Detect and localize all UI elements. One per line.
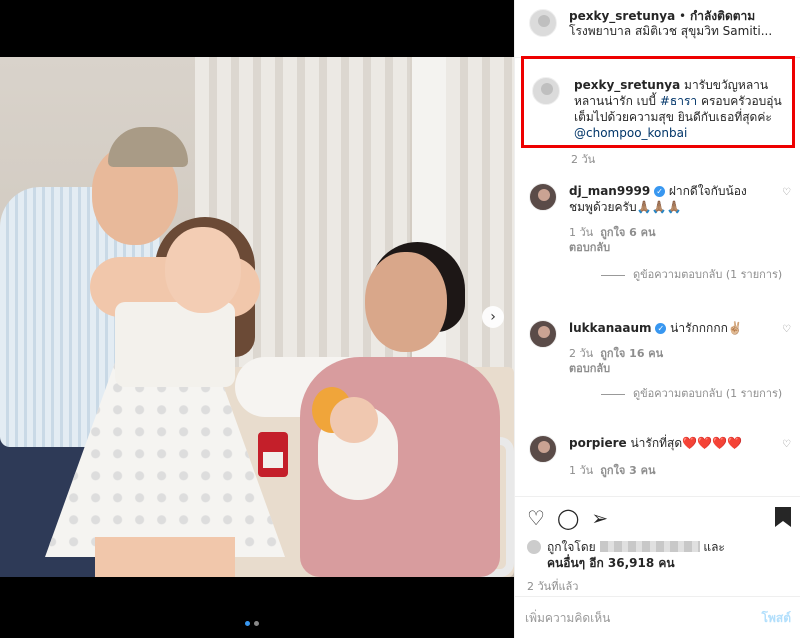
comment-text: น่ารักกกกก✌🏼 — [666, 321, 743, 335]
caption-username[interactable]: pexky_sretunya — [574, 78, 680, 92]
avatar[interactable] — [529, 320, 557, 348]
liked-by-prefix: ถูกใจโดย — [547, 540, 596, 554]
action-icons: ♡ ◯ ➢ — [527, 507, 789, 529]
comment-likes[interactable]: ถูกใจ 16 คน — [600, 347, 663, 360]
caption-text: pexky_sretunya มารับขวัญหลาน หลานน่ารัก … — [574, 77, 784, 145]
avatar[interactable] — [529, 183, 557, 211]
view-replies[interactable]: ดูข้อความตอบกลับ (1 รายการ) — [601, 267, 791, 283]
location-link[interactable]: โรงพยาบาล สมิติเวช สุขุมวิท Samiti... — [569, 24, 772, 38]
likes-summary: ถูกใจโดย และ คนอื่นๆ อีก 36,918 คน — [527, 539, 789, 571]
gift-box — [263, 452, 283, 468]
comment-text: น่ารักที่สุด❤️❤️❤️❤️ — [626, 436, 742, 450]
header-text: pexky_sretunya • กำลังติดตาม โรงพยาบาล ส… — [569, 9, 772, 57]
comment-meta: 2 วัน ถูกใจ 16 คน ตอบกลับ — [569, 346, 769, 376]
comment-item: porpiere น่ารักที่สุด❤️❤️❤️❤️ 1 วัน ถูกใ… — [529, 435, 791, 478]
woman-figure — [95, 537, 235, 577]
post-photo[interactable] — [0, 57, 514, 577]
comment-input[interactable] — [525, 609, 725, 626]
comment-item: dj_man9999 ✓ ฝากดีใจกับน้องชมพูด้วยครับ🙏… — [529, 183, 791, 255]
mention-link[interactable]: @chompoo_konbai — [574, 126, 687, 140]
liked-by-suffix: และ — [699, 540, 725, 554]
post-header: pexky_sretunya • กำลังติดตาม โรงพยาบาล ส… — [515, 0, 800, 58]
view-replies-label[interactable]: ดูข้อความตอบกลับ (1 รายการ) — [633, 386, 782, 402]
likes-text: ถูกใจโดย และ คนอื่นๆ อีก 36,918 คน — [547, 539, 725, 571]
carousel-dot — [245, 621, 250, 626]
follow-button[interactable]: กำลังติดตาม — [690, 9, 755, 23]
comment-username[interactable]: lukkanaaum — [569, 321, 652, 335]
post-button[interactable]: โพสต์ — [762, 609, 791, 626]
share-icon[interactable]: ➢ — [591, 507, 608, 529]
liker-avatar[interactable] — [527, 540, 541, 554]
man-figure — [108, 127, 188, 167]
like-comment-heart-icon[interactable]: ♡ — [782, 439, 791, 450]
comment-username[interactable]: porpiere — [569, 436, 627, 450]
baby-figure — [330, 397, 378, 443]
replies-divider — [601, 275, 625, 276]
comment-body: dj_man9999 ✓ ฝากดีใจกับน้องชมพูด้วยครับ🙏… — [569, 183, 769, 255]
caption-highlight: pexky_sretunya มารับขวัญหลาน หลานน่ารัก … — [521, 56, 795, 148]
replies-divider — [601, 394, 625, 395]
comment-likes[interactable]: ถูกใจ 3 คน — [600, 464, 655, 477]
mother-figure — [365, 252, 447, 352]
post-side-panel: pexky_sretunya • กำลังติดตาม โรงพยาบาล ส… — [514, 0, 800, 638]
comment-meta: 1 วัน ถูกใจ 6 คน ตอบกลับ — [569, 225, 769, 255]
verified-badge-icon: ✓ — [654, 186, 666, 197]
like-comment-heart-icon[interactable]: ♡ — [782, 187, 791, 198]
chevron-right-icon: › — [490, 309, 496, 325]
next-photo-button[interactable]: › — [482, 306, 504, 328]
like-comment-heart-icon[interactable]: ♡ — [782, 324, 791, 335]
view-replies-label[interactable]: ดูข้อความตอบกลับ (1 รายการ) — [633, 267, 782, 283]
comment-time: 2 วัน — [569, 347, 594, 360]
comment-username[interactable]: dj_man9999 — [569, 184, 650, 198]
avatar[interactable] — [529, 9, 557, 37]
view-replies[interactable]: ดูข้อความตอบกลับ (1 รายการ) — [601, 386, 791, 402]
heart-icon[interactable]: ♡ — [527, 507, 545, 529]
photo-pane: › — [0, 0, 514, 638]
post-actions: ♡ ◯ ➢ ถูกใจโดย และ คนอื่นๆ อีก 36,918 คน… — [515, 496, 800, 593]
carousel-dots — [245, 621, 259, 626]
comment-meta: 1 วัน ถูกใจ 3 คน — [569, 463, 769, 478]
avatar[interactable] — [532, 77, 560, 105]
comment-body: porpiere น่ารักที่สุด❤️❤️❤️❤️ 1 วัน ถูกใ… — [569, 435, 769, 478]
avatar[interactable] — [529, 435, 557, 463]
comment-time: 1 วัน — [569, 226, 594, 239]
likes-count-link[interactable]: คนอื่นๆ อีก 36,918 คน — [547, 556, 675, 570]
reply-button[interactable]: ตอบกลับ — [569, 241, 610, 254]
comment-body: lukkanaaum ✓ น่ารักกกกก✌🏼 2 วัน ถูกใจ 16… — [569, 320, 769, 376]
add-comment-bar: โพสต์ — [515, 596, 800, 638]
posted-time: 2 วันที่แล้ว — [527, 580, 579, 593]
comment-icon[interactable]: ◯ — [557, 507, 579, 529]
hashtag-link[interactable]: #ธารา — [660, 94, 697, 108]
comment-time: 1 วัน — [569, 464, 594, 477]
comment-item: lukkanaaum ✓ น่ารักกกกก✌🏼 2 วัน ถูกใจ 16… — [529, 320, 791, 376]
header-separator: • — [675, 9, 690, 23]
woman-figure — [115, 302, 235, 387]
reply-button[interactable]: ตอบกลับ — [569, 362, 610, 375]
caption-time: 2 วัน — [571, 153, 596, 166]
verified-badge-icon: ✓ — [655, 323, 667, 334]
curtain — [446, 57, 514, 387]
header-username[interactable]: pexky_sretunya — [569, 9, 675, 23]
carousel-dot — [254, 621, 259, 626]
woman-figure — [165, 227, 241, 313]
blurred-username — [599, 541, 700, 552]
comment-likes[interactable]: ถูกใจ 6 คน — [600, 226, 655, 239]
